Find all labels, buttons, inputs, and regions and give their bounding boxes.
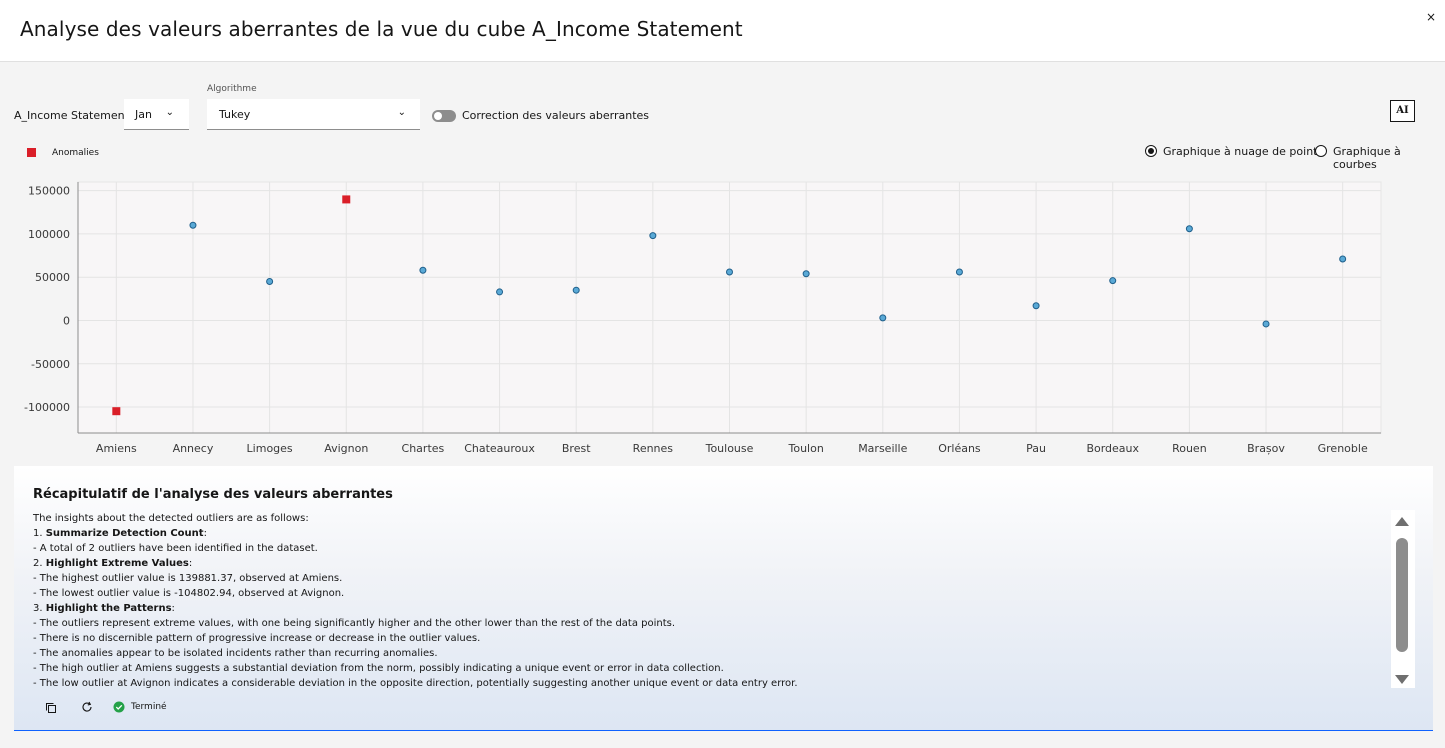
- scatter-radio-label: Graphique à nuage de points: [1163, 145, 1324, 158]
- data-point: [419, 266, 427, 274]
- summary-section-3: 3. Highlight the Patterns:: [33, 603, 175, 614]
- y-tick-label: 100000: [28, 228, 70, 241]
- data-point: [189, 221, 197, 229]
- algorithm-label: Algorithme: [207, 84, 257, 94]
- data-point: [879, 314, 887, 322]
- x-tick-label: Marseille: [858, 442, 907, 455]
- x-tick-label: Brașov: [1247, 442, 1285, 455]
- section-heading: Summarize Detection Count: [45, 528, 204, 539]
- anomaly-point: [342, 195, 351, 204]
- x-tick-label: Bordeaux: [1086, 442, 1139, 455]
- close-icon[interactable]: ×: [1426, 10, 1436, 24]
- summary-intro: The insights about the detected outliers…: [33, 513, 309, 524]
- copy-icon[interactable]: [45, 702, 57, 714]
- summary-line: - The outliers represent extreme values,…: [33, 618, 676, 629]
- data-point: [1262, 320, 1270, 328]
- x-tick-label: Orléans: [938, 442, 981, 455]
- line-radio[interactable]: [1315, 145, 1327, 157]
- chevron-down-icon: ⌄: [397, 107, 406, 118]
- summary-line: - The lowest outlier value is -104802.94…: [33, 588, 345, 599]
- status-label: Terminé: [131, 702, 167, 712]
- algorithm-value: Tukey: [219, 108, 251, 121]
- section-heading: Highlight the Patterns: [45, 603, 172, 614]
- x-tick-label: Rouen: [1172, 442, 1207, 455]
- x-tick-label: Avignon: [324, 442, 368, 455]
- algorithm-select[interactable]: Tukey ⌄: [207, 99, 420, 130]
- refresh-icon[interactable]: [81, 701, 93, 713]
- dialog-header: Analyse des valeurs aberrantes de la vue…: [0, 0, 1445, 62]
- data-point: [1185, 225, 1193, 233]
- y-tick-label: -100000: [24, 401, 70, 414]
- x-tick-label: Rennes: [633, 442, 674, 455]
- data-point: [266, 278, 274, 286]
- summary-line: - A total of 2 outliers have been identi…: [33, 543, 318, 554]
- summary-panel: Récapitulatif de l'analyse des valeurs a…: [14, 466, 1433, 731]
- x-tick-label: Toulon: [787, 442, 823, 455]
- x-tick-label: Pau: [1026, 442, 1046, 455]
- data-point: [1032, 302, 1040, 310]
- anomaly-point: [112, 407, 121, 416]
- toggle-knob: [434, 112, 442, 120]
- x-tick-label: Toulouse: [705, 442, 754, 455]
- scrollbar-thumb[interactable]: [1396, 538, 1408, 652]
- correction-label: Correction des valeurs aberrantes: [462, 109, 650, 122]
- summary-body: The insights about the detected outliers…: [33, 511, 1373, 691]
- x-tick-label: Chateauroux: [464, 442, 535, 455]
- outlier-scatter-chart: 150000 100000 50000 0 -50000 -100000 Amiens Ann…: [24, 181, 1382, 455]
- anomaly-legend-swatch: [27, 148, 36, 157]
- y-tick-label: 50000: [35, 271, 70, 284]
- summary-line: - The anomalies appear to be isolated in…: [33, 648, 438, 659]
- chevron-down-icon: ⌄: [165, 107, 174, 118]
- summary-section-1: 1. Summarize Detection Count:: [33, 528, 207, 539]
- summary-title: Récapitulatif de l'analyse des valeurs a…: [33, 487, 393, 502]
- summary-section-2: 2. Highlight Extreme Values:: [33, 558, 193, 569]
- scatter-radio[interactable]: [1145, 145, 1157, 157]
- y-tick-label: 0: [63, 314, 70, 327]
- section-number: 3.: [33, 603, 46, 614]
- summary-line: - The high outlier at Amiens suggests a …: [33, 663, 724, 674]
- data-point: [1109, 277, 1117, 285]
- y-tick-label: -50000: [31, 358, 70, 371]
- x-tick-label: Chartes: [402, 442, 445, 455]
- data-point: [496, 288, 504, 296]
- section-number: 1.: [33, 528, 46, 539]
- correction-toggle[interactable]: [432, 110, 456, 122]
- summary-line: - The low outlier at Avignon indicates a…: [33, 678, 798, 689]
- section-heading: Highlight Extreme Values: [45, 558, 189, 569]
- dimension-label: A_Income Statement/: [14, 109, 133, 122]
- data-point: [649, 232, 657, 240]
- ai-button[interactable]: AI: [1390, 100, 1415, 122]
- section-number: 2.: [33, 558, 46, 569]
- scroll-up-icon[interactable]: [1395, 517, 1409, 526]
- line-radio-label: Graphique à courbes: [1333, 145, 1401, 171]
- x-tick-label: Annecy: [173, 442, 214, 455]
- summary-line: - The highest outlier value is 139881.37…: [33, 573, 343, 584]
- dimension-select[interactable]: Jan ⌄: [124, 99, 189, 130]
- success-check-icon: [113, 701, 125, 713]
- data-point: [726, 268, 733, 276]
- data-point: [572, 286, 580, 294]
- y-tick-label: 150000: [28, 185, 70, 198]
- dimension-value: Jan: [135, 108, 152, 121]
- x-tick-label: Grenoble: [1318, 442, 1368, 455]
- data-point: [1339, 255, 1347, 263]
- x-tick-label: Amiens: [96, 442, 137, 455]
- anomaly-legend-label: Anomalies: [52, 148, 99, 158]
- x-tick-label: Limoges: [247, 442, 293, 455]
- data-point: [955, 268, 963, 276]
- summary-line: - There is no discernible pattern of pro…: [33, 633, 481, 644]
- x-tick-label: Brest: [562, 442, 591, 455]
- scroll-down-icon[interactable]: [1395, 675, 1409, 684]
- data-point: [802, 270, 810, 278]
- dialog-title: Analyse des valeurs aberrantes de la vue…: [20, 17, 743, 41]
